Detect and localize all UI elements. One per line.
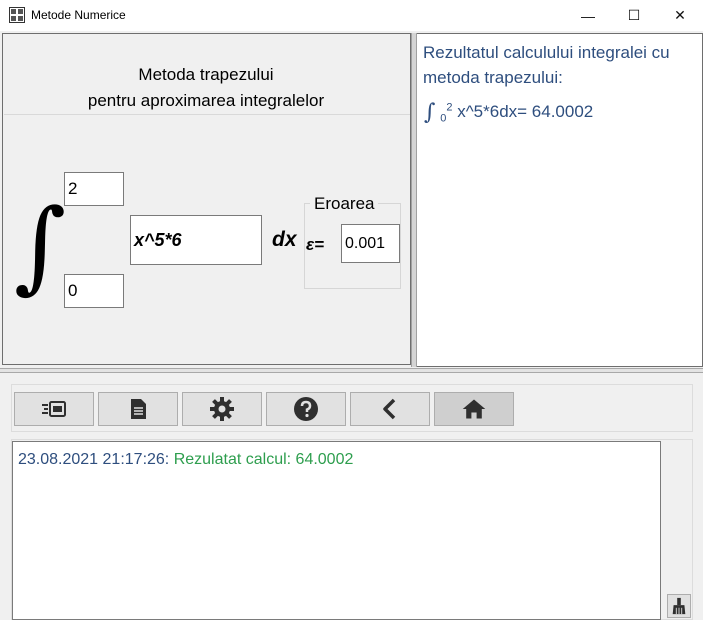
lower-limit-input[interactable]: 0: [64, 274, 124, 308]
panel-title-line2: pentru aproximarea integralelor: [87, 91, 325, 110]
help-icon: [294, 397, 318, 421]
error-group-title: Eroarea: [310, 194, 379, 214]
integral-symbol: ∫: [14, 187, 67, 304]
panel-title: Metoda trapezului pentru aproximarea int…: [0, 62, 412, 114]
maximize-button[interactable]: ☐: [611, 0, 657, 31]
run-button[interactable]: [14, 392, 94, 426]
dx-label: dx: [272, 228, 297, 251]
back-button[interactable]: [350, 392, 430, 426]
result-lower-limit: 0: [440, 112, 447, 125]
result-expression: ∫ 02 x^5*6dx= 64.0002: [424, 100, 593, 125]
error-input[interactable]: 0.001: [341, 224, 400, 263]
log-timestamp: 23.08.2021 21:17:26:: [18, 451, 174, 468]
settings-button[interactable]: [182, 392, 262, 426]
home-icon: [462, 399, 486, 419]
window-title: Metode Numerice: [31, 8, 126, 22]
result-title: Rezultatul calculului integralei cu meto…: [423, 43, 670, 87]
result-value: x^5*6dx= 64.0002: [457, 101, 594, 121]
result-integral-symbol: ∫: [424, 100, 436, 125]
panel-title-line1: Metoda trapezului: [138, 65, 274, 84]
help-button[interactable]: [266, 392, 346, 426]
gear-icon: [210, 397, 234, 421]
document-icon: [131, 399, 146, 419]
horizontal-splitter[interactable]: [0, 368, 703, 373]
app-icon: [9, 7, 25, 23]
log-message: Rezulatat calcul: 64.0002: [173, 451, 354, 468]
clear-log-button[interactable]: [667, 594, 691, 618]
result-upper-limit: 2: [446, 101, 453, 114]
epsilon-label: ε=: [306, 235, 325, 254]
log-entry: 23.08.2021 21:17:26: Rezulatat calcul: 6…: [18, 451, 353, 469]
run-icon: [42, 401, 66, 417]
upper-limit-input[interactable]: 2: [64, 172, 124, 206]
function-input[interactable]: x^5*6: [130, 215, 262, 265]
broom-icon: [672, 597, 686, 615]
close-button[interactable]: ✕: [657, 0, 703, 31]
home-button[interactable]: [434, 392, 514, 426]
title-divider: [4, 114, 410, 115]
document-button[interactable]: [98, 392, 178, 426]
back-icon: [383, 398, 396, 420]
minimize-button[interactable]: —: [565, 0, 611, 31]
